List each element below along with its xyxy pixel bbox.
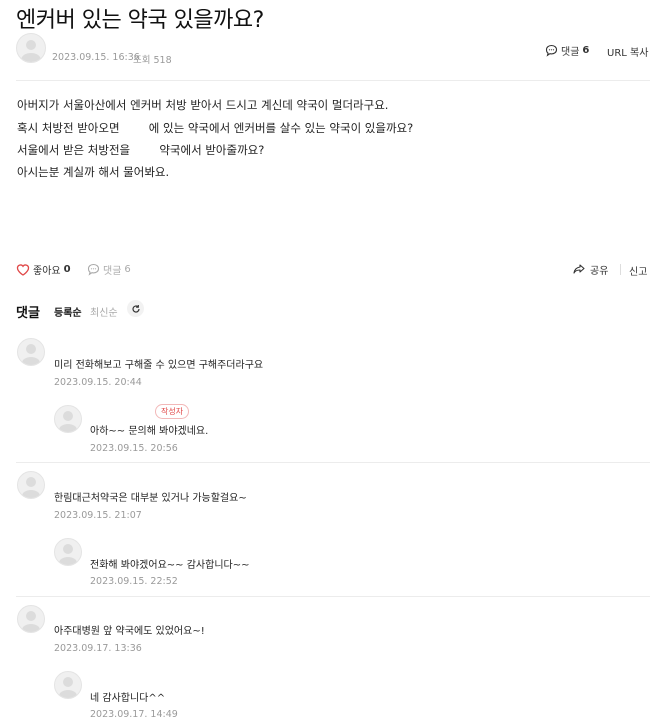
like-label: 좋아요	[33, 266, 61, 277]
body-line: 서울에서 받은 처방전을 약국에서 받아줄까요?	[17, 143, 265, 157]
comment-label: 댓글	[561, 47, 580, 58]
author-avatar[interactable]	[16, 33, 46, 63]
speech-bubble-icon	[87, 263, 100, 276]
refresh-button[interactable]	[127, 300, 144, 317]
avatar-placeholder-icon	[22, 344, 40, 365]
avatar-placeholder-icon	[59, 411, 77, 432]
sort-registered-tab[interactable]: 등록순	[54, 304, 82, 319]
like-count: 0	[63, 264, 71, 275]
speech-bubble-icon	[545, 44, 558, 57]
sort-latest-tab[interactable]: 최신순	[90, 304, 118, 319]
comment-text: 한림대근처약국은 대부분 있거나 가능할걸요~	[54, 493, 247, 504]
avatar-placeholder-icon	[21, 40, 41, 62]
avatar-placeholder-icon	[22, 611, 40, 632]
action-separator	[620, 264, 621, 275]
url-copy-button[interactable]: URL 복사	[607, 44, 648, 59]
comment-toggle-button[interactable]: 댓글 6	[87, 262, 131, 277]
refresh-icon	[131, 304, 140, 313]
comment-count: 6	[582, 45, 590, 56]
comment-date: 2023.09.15. 21:07	[54, 510, 142, 521]
post-views: 조회 518	[133, 55, 172, 66]
commenter-avatar[interactable]	[54, 538, 82, 566]
comment-toggle-count: 6	[124, 264, 131, 275]
comments-title: 댓글	[16, 306, 40, 321]
commenter-avatar[interactable]	[17, 471, 45, 499]
commenter-avatar[interactable]	[54, 671, 82, 699]
share-button[interactable]: 공유	[572, 262, 608, 277]
comment-text: 전화해 봐야겠어요~~ 감사합니다~~	[90, 560, 250, 571]
body-line: 아시는분 계실까 해서 물어봐요.	[17, 165, 170, 179]
post-date: 2023.09.15. 16:36	[52, 52, 140, 63]
comment-count-button[interactable]: 댓글 6	[545, 43, 589, 58]
commenter-avatar[interactable]	[17, 605, 45, 633]
comment-date: 2023.09.15. 22:52	[90, 576, 178, 587]
comment-text: 미리 전화해보고 구해줄 수 있으면 구해주더라구요	[54, 360, 264, 371]
comment-date: 2023.09.17. 13:36	[54, 643, 142, 654]
body-line: 혹시 처방전 받아오면 에 있는 약국에서 엔커버를 살수 있는 약국이 있을까…	[17, 121, 414, 135]
commenter-avatar[interactable]	[17, 338, 45, 366]
avatar-placeholder-icon	[59, 544, 77, 565]
comment-text: 아하~~ 문의해 봐야겠네요.	[90, 426, 209, 437]
comment-divider	[16, 462, 650, 463]
comment-text: 아주대병원 앞 약국에도 있었어요~!	[54, 626, 205, 637]
commenter-avatar[interactable]	[54, 405, 82, 433]
comment-date: 2023.09.17. 14:49	[90, 709, 178, 720]
comment-text: 네 감사합니다^^	[90, 693, 166, 704]
comment-date: 2023.09.15. 20:44	[54, 377, 142, 388]
comment-date: 2023.09.15. 20:56	[90, 443, 178, 454]
like-button[interactable]: 좋아요 0	[16, 262, 71, 277]
post-title: 엔커버 있는 약국 있을까요?	[16, 8, 264, 33]
comment-toggle-label: 댓글	[103, 266, 122, 277]
report-button[interactable]: 신고	[629, 263, 647, 278]
avatar-placeholder-icon	[59, 677, 77, 698]
author-badge: 작성자	[155, 404, 190, 419]
share-icon	[573, 264, 585, 274]
heart-icon	[16, 264, 30, 276]
share-label: 공유	[590, 266, 609, 277]
avatar-placeholder-icon	[22, 477, 40, 498]
body-line: 아버지가 서울아산에서 엔커버 처방 받아서 드시고 계신데 약국이 멀더라구요…	[17, 98, 389, 112]
comment-divider	[16, 596, 650, 597]
header-divider	[16, 80, 650, 81]
